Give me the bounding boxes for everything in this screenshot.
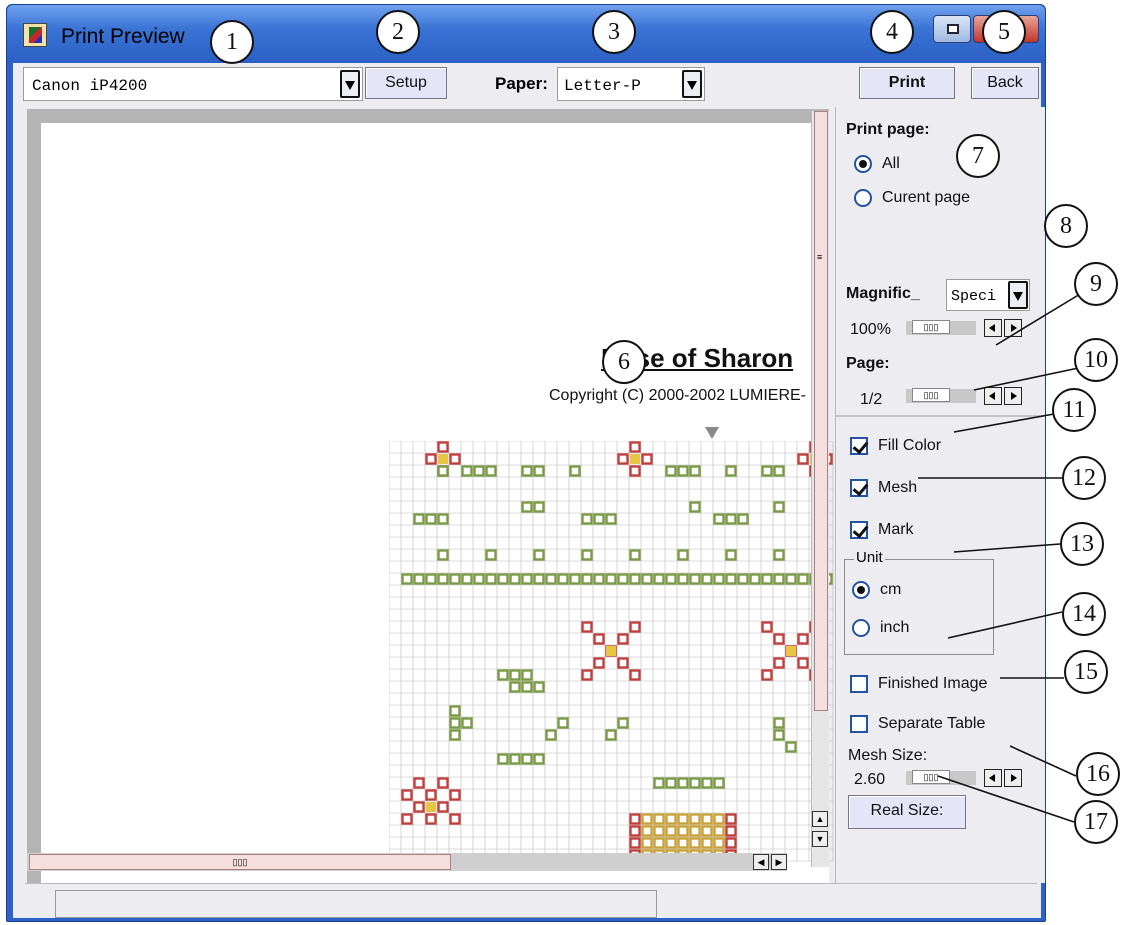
callout-11: 11 — [1052, 388, 1096, 432]
callout-3: 3 — [592, 10, 636, 54]
callout-6: 6 — [602, 340, 646, 384]
callout-leaders — [918, 287, 1091, 823]
callout-2: 2 — [376, 10, 420, 54]
callout-13: 13 — [1060, 522, 1104, 566]
callout-1: 1 — [210, 20, 254, 64]
callout-4: 4 — [870, 10, 914, 54]
callout-17: 17 — [1074, 800, 1118, 844]
callout-8: 8 — [1044, 204, 1088, 248]
callout-12: 12 — [1062, 456, 1106, 500]
callout-15: 15 — [1064, 650, 1108, 694]
callout-5: 5 — [982, 10, 1026, 54]
callout-7: 7 — [956, 134, 1000, 178]
callout-10: 10 — [1074, 338, 1118, 382]
callout-9: 9 — [1074, 262, 1118, 306]
callout-16: 16 — [1076, 752, 1120, 796]
callout-14: 14 — [1062, 592, 1106, 636]
